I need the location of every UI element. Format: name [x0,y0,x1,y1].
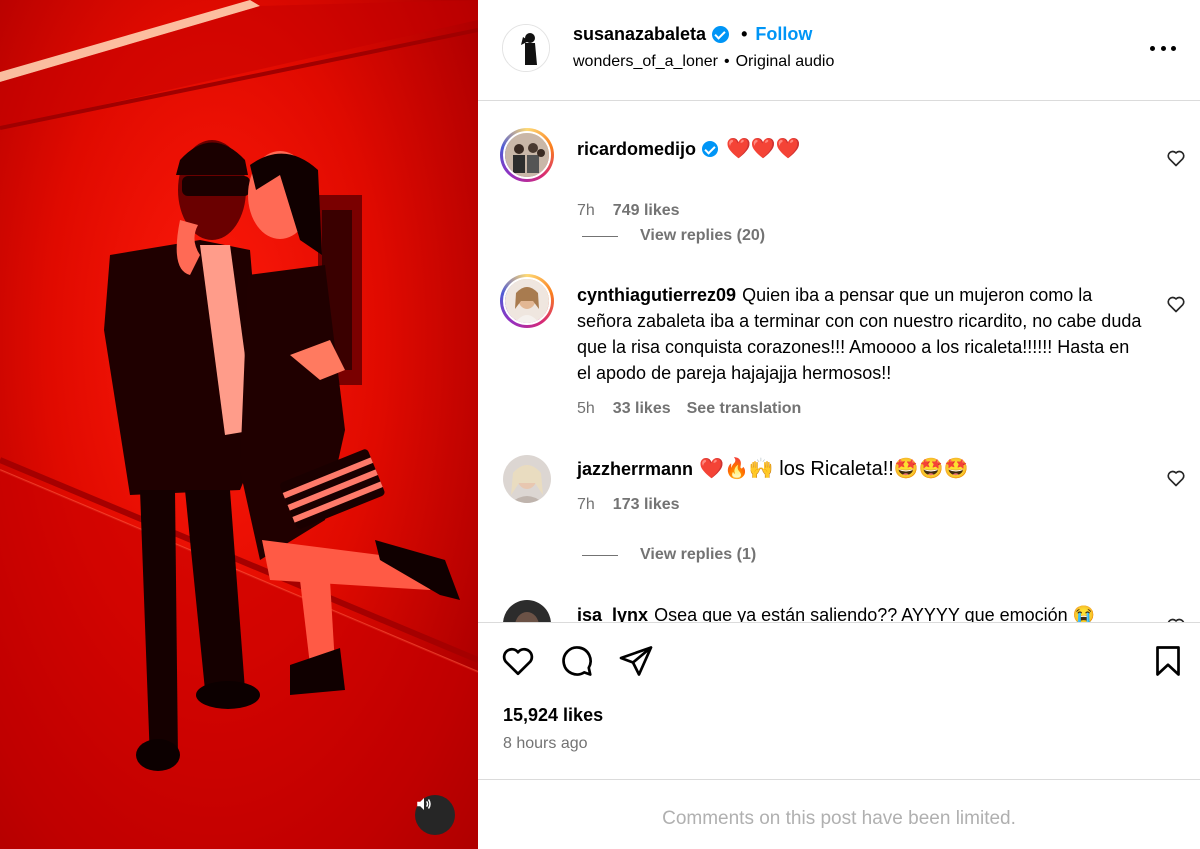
comment-text: Osea que ya están saliendo?? AYYYY que e… [654,605,1096,622]
follow-button[interactable]: Follow [755,24,812,45]
audio-info: wonders_of_a_loner • Original audio [573,53,834,71]
post-photo [0,0,478,849]
commenter-username[interactable]: jazzherrmann [577,459,693,479]
comment-text: ❤️❤️❤️ [726,138,801,160]
comment-time[interactable]: 7h [577,496,595,514]
author-avatar[interactable] [502,24,550,72]
commenter-avatar[interactable] [500,274,554,328]
comment-time[interactable]: 5h [577,400,595,418]
comment-likes[interactable]: 33 likes [613,400,671,418]
see-translation-button[interactable]: See translation [687,400,802,418]
likes-count[interactable]: 15,924 likes [503,705,603,726]
commenter-avatar[interactable] [503,455,551,503]
commenter-username[interactable]: ricardomedijo [577,139,696,159]
comments-limited-notice: Comments on this post have been limited. [662,808,1016,829]
heart-icon[interactable] [1166,468,1186,488]
more-options-icon[interactable] [1150,38,1176,58]
commenter-username[interactable]: cynthiagutierrez09 [577,285,736,305]
sound-toggle-button[interactable] [415,795,455,835]
commenter-username[interactable]: isa_lynx [577,605,648,622]
verified-badge-icon [702,141,719,157]
comments-list[interactable]: ricardomedijo ❤️❤️❤️ 7h 749 likes View re… [478,102,1200,622]
audio-separator: • [724,53,730,70]
author-username[interactable]: susanazabaleta [573,24,706,45]
view-replies-button[interactable]: View replies (20) [582,227,765,245]
comment-text: ❤️🔥🙌 los Ricaleta!!🤩🤩🤩 [699,458,969,480]
comment-time[interactable]: 7h [577,202,595,220]
post-header: susanazabaleta • Follow wonders_of_a_lon… [478,0,1200,101]
view-replies-label: View replies (1) [640,546,757,563]
bookmark-icon[interactable] [1150,643,1186,679]
post-timestamp[interactable]: 8 hours ago [503,735,588,753]
heart-icon[interactable] [500,643,536,679]
separator-dot: • [741,23,748,44]
commenter-avatar[interactable] [500,128,554,182]
comment-icon[interactable] [558,643,594,679]
verified-badge-icon [712,25,730,43]
view-replies-button[interactable]: View replies (1) [582,546,756,564]
heart-icon[interactable] [1166,294,1186,314]
speaker-icon [417,798,431,810]
comment-likes[interactable]: 749 likes [613,202,680,220]
post-actions: 15,924 likes 8 hours ago [478,622,1200,780]
audio-user-link[interactable]: wonders_of_a_loner [573,53,718,71]
paper-plane-icon[interactable] [618,643,654,679]
comment-likes[interactable]: 173 likes [613,496,680,514]
post-media[interactable] [0,0,478,849]
original-audio-link[interactable]: Original audio [736,53,835,71]
post-details-panel: susanazabaleta • Follow wonders_of_a_lon… [478,0,1200,849]
heart-icon[interactable] [1166,148,1186,168]
view-replies-label: View replies (20) [640,227,766,244]
commenter-avatar[interactable] [503,600,551,622]
